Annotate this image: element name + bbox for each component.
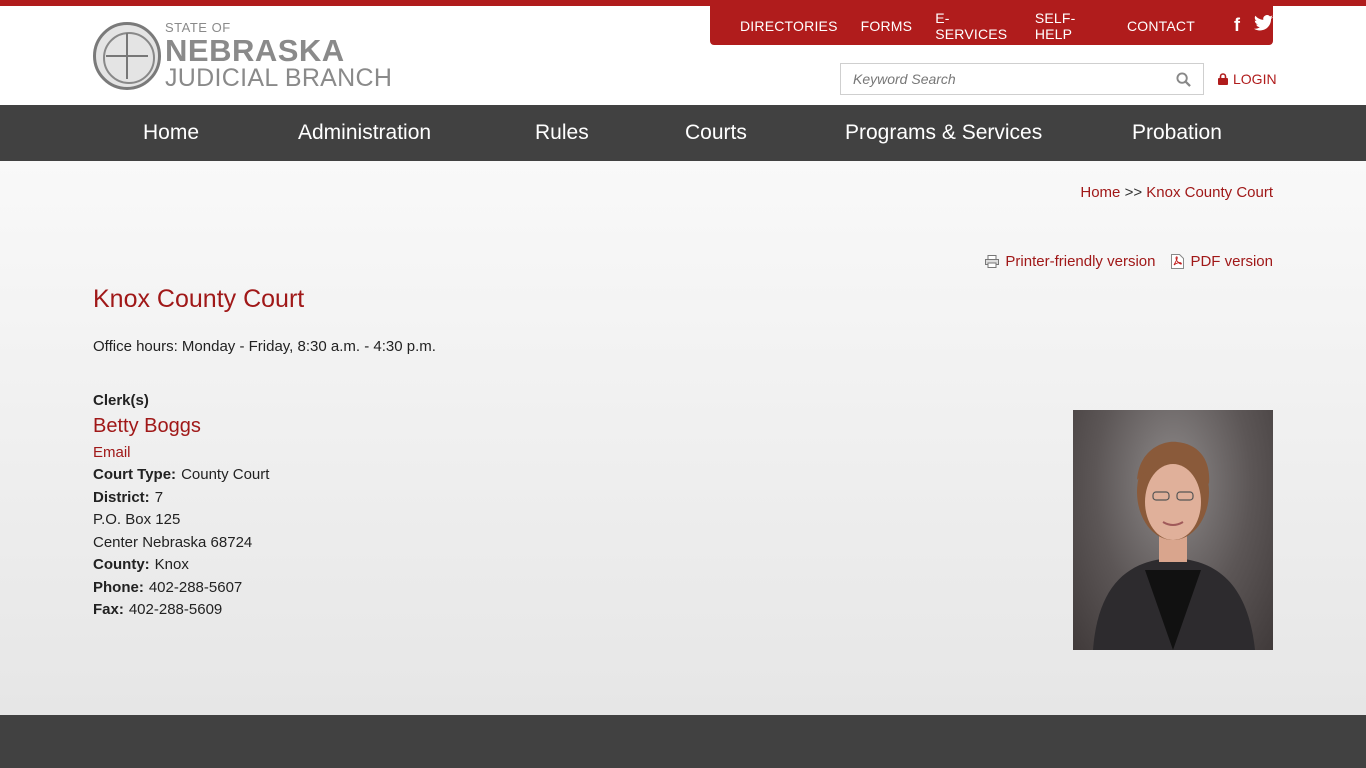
utility-link-self-help[interactable]: SELF-HELP xyxy=(1035,10,1104,42)
breadcrumb-current[interactable]: Knox County Court xyxy=(1146,184,1273,201)
printer-icon xyxy=(985,255,1000,268)
nebraska-seal-icon xyxy=(93,22,161,90)
nav-item-probation[interactable]: Probation xyxy=(1132,105,1222,161)
login-link[interactable]: LOGIN xyxy=(1218,71,1277,87)
pdf-version-link[interactable]: PDF version xyxy=(1171,253,1273,270)
twitter-icon[interactable] xyxy=(1254,15,1273,36)
phone-value: 402-288-5607 xyxy=(148,578,243,596)
county-row: County: Knox xyxy=(93,556,189,573)
district-value: 7 xyxy=(154,488,164,506)
login-label: LOGIN xyxy=(1233,71,1277,87)
email-link[interactable]: Email xyxy=(93,442,269,465)
site-logo[interactable]: STATE OF NEBRASKA JUDICIAL BRANCH xyxy=(93,20,393,92)
clerk-name-link[interactable]: Betty Boggs xyxy=(93,413,269,439)
breadcrumb-separator: >> xyxy=(1124,184,1143,201)
main-nav: Home Administration Rules Courts Program… xyxy=(0,105,1366,161)
facebook-icon[interactable]: f xyxy=(1234,15,1240,36)
social-links: f xyxy=(1234,15,1273,36)
fax-value: 402-288-5609 xyxy=(128,601,223,618)
pdf-icon xyxy=(1171,254,1185,269)
court-type-row: Court Type: County Court xyxy=(93,466,270,483)
printer-friendly-link[interactable]: Printer-friendly version xyxy=(985,253,1155,270)
search-input[interactable] xyxy=(841,64,1161,94)
address-line-1: P.O. Box 125 xyxy=(93,511,181,528)
lock-icon xyxy=(1218,73,1228,85)
utility-link-forms[interactable]: FORMS xyxy=(861,18,913,34)
nav-item-courts[interactable]: Courts xyxy=(685,105,747,161)
court-type-value: County Court xyxy=(181,466,270,483)
page-title: Knox County Court xyxy=(93,285,305,313)
utility-nav: DIRECTORIES FORMS E-SERVICES SELF-HELP C… xyxy=(710,6,1273,45)
main-content: Home >> Knox County Court Printer-friend… xyxy=(0,161,1366,715)
breadcrumb-home[interactable]: Home xyxy=(1080,184,1120,201)
office-hours: Office hours: Monday - Friday, 8:30 a.m.… xyxy=(93,338,436,355)
utility-link-directories[interactable]: DIRECTORIES xyxy=(740,18,838,34)
utility-link-contact[interactable]: CONTACT xyxy=(1127,18,1195,34)
clerk-photo xyxy=(1073,410,1273,650)
nav-item-administration[interactable]: Administration xyxy=(298,105,431,161)
logo-name-text: NEBRASKA xyxy=(165,33,345,68)
phone-row: Phone: 402-288-5607 xyxy=(93,578,243,596)
logo-branch-text: JUDICIAL BRANCH xyxy=(165,64,393,92)
nav-item-rules[interactable]: Rules xyxy=(535,105,589,161)
district-row: District: 7 xyxy=(93,488,164,506)
site-header: STATE OF NEBRASKA JUDICIAL BRANCH DIRECT… xyxy=(0,6,1366,105)
county-value: Knox xyxy=(154,556,189,573)
page-tools: Printer-friendly version PDF version xyxy=(985,253,1273,270)
utility-link-e-services[interactable]: E-SERVICES xyxy=(935,10,1012,42)
clerk-info: Clerk(s) Betty Boggs Email Court Type: Co… xyxy=(93,390,269,622)
clerk-heading: Clerk(s) xyxy=(93,392,149,409)
address-line-2: Center Nebraska 68724 xyxy=(93,533,253,551)
nav-item-home[interactable]: Home xyxy=(143,105,199,161)
search-icon[interactable] xyxy=(1176,72,1191,87)
fax-row: Fax: 402-288-5609 xyxy=(93,601,223,618)
breadcrumb: Home >> Knox County Court xyxy=(1080,184,1273,201)
site-footer xyxy=(0,715,1366,768)
keyword-search xyxy=(840,63,1204,95)
nav-item-programs-services[interactable]: Programs & Services xyxy=(845,105,1042,161)
